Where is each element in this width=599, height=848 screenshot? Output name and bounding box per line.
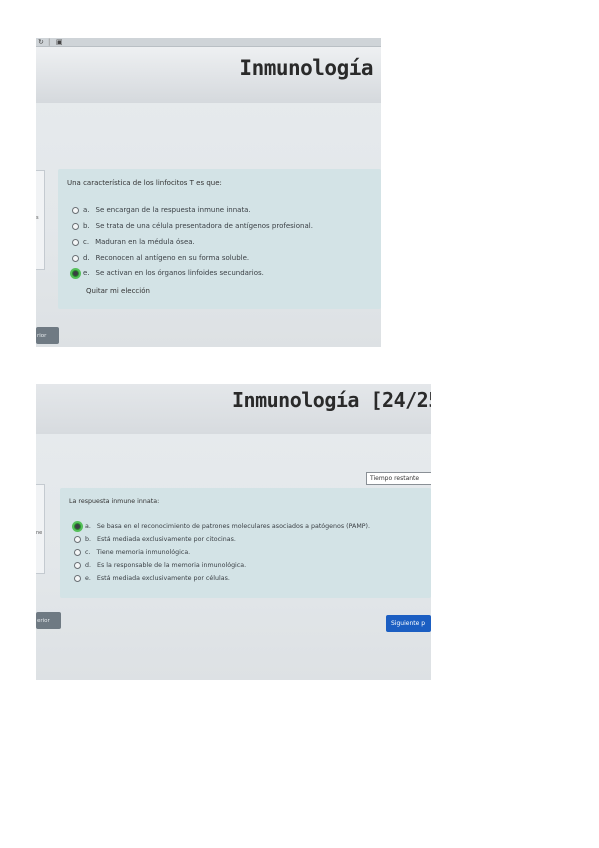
toolbar-divider: |	[48, 38, 51, 46]
answer-option-a[interactable]: a. Se encargan de la respuesta inmune in…	[72, 206, 251, 214]
side-tab-label: s	[36, 215, 39, 221]
answer-option-label: Está mediada exclusivamente por células.	[96, 575, 230, 582]
browser-toolbar: ↻ | ▣	[36, 38, 381, 47]
answer-option-e[interactable]: e. Está mediada exclusivamente por célul…	[74, 575, 230, 582]
answer-option-label: Tiene memoria inmunológica.	[96, 549, 191, 556]
next-page-button[interactable]: Siguiente p	[386, 615, 431, 632]
answer-option-e[interactable]: e. Se activan en los órganos linfoides s…	[72, 269, 264, 277]
side-navigation-tab[interactable]	[36, 484, 45, 574]
answer-option-label: Se encargan de la respuesta inmune innat…	[95, 206, 251, 214]
radio-selected-icon[interactable]	[74, 523, 81, 530]
answer-option-label: Maduran en la médula ósea.	[95, 238, 195, 246]
question-panel: Una característica de los linfocitos T e…	[58, 169, 381, 309]
radio-icon[interactable]	[74, 562, 81, 569]
radio-icon[interactable]	[72, 222, 79, 230]
radio-icon[interactable]	[74, 575, 81, 582]
answer-option-label: Se activan en los órganos linfoides secu…	[95, 269, 264, 277]
answer-option-d[interactable]: d. Reconocen al antígeno en su forma sol…	[72, 254, 249, 262]
answer-option-label: Reconocen al antígeno en su forma solubl…	[95, 254, 250, 262]
answer-option-label: Está mediada exclusivamente por citocina…	[97, 536, 236, 543]
clear-choice-link[interactable]: Quitar mi elección	[86, 287, 150, 295]
answer-option-label: Se trata de una célula presentadora de a…	[95, 222, 313, 230]
radio-icon[interactable]	[74, 549, 81, 556]
side-tab-label: ne	[36, 530, 43, 536]
answer-option-a[interactable]: a. Se basa en el reconocimiento de patro…	[74, 523, 370, 530]
question-panel: La respuesta inmune innata: a. Se basa e…	[60, 488, 431, 598]
radio-icon[interactable]	[72, 206, 79, 214]
quiz-photo-1: ↻ | ▣ Inmunología s Una característica d…	[36, 38, 381, 347]
answer-option-b[interactable]: b. Se trata de una célula presentadora d…	[72, 222, 313, 230]
page-title: Inmunología	[239, 56, 373, 80]
page-title: Inmunología [24/25]	[232, 388, 431, 412]
reload-icon[interactable]: ↻	[38, 38, 44, 46]
quiz-photo-2: Inmunología [24/25] Tiempo restante ne L…	[36, 384, 431, 680]
radio-icon[interactable]	[72, 254, 79, 262]
time-remaining-box: Tiempo restante	[366, 472, 431, 485]
answer-option-b[interactable]: b. Está mediada exclusivamente por citoc…	[74, 536, 236, 543]
previous-page-button[interactable]: erior	[36, 612, 61, 629]
previous-page-button[interactable]: rior	[36, 327, 59, 344]
radio-icon[interactable]	[74, 536, 81, 543]
answer-option-label: Se basa en el reconocimiento de patrones…	[96, 523, 371, 530]
question-text: La respuesta inmune innata:	[69, 498, 160, 505]
page-icon[interactable]: ▣	[56, 38, 63, 46]
answer-option-c[interactable]: c. Maduran en la médula ósea.	[72, 238, 195, 246]
answer-option-d[interactable]: d. Es la responsable de la memoria inmun…	[74, 562, 246, 569]
answer-option-label: Es la responsable de la memoria inmunoló…	[97, 562, 247, 569]
radio-selected-icon[interactable]	[72, 269, 79, 277]
question-text: Una característica de los linfocitos T e…	[67, 179, 222, 187]
answer-option-c[interactable]: c. Tiene memoria inmunológica.	[74, 549, 190, 556]
radio-icon[interactable]	[72, 238, 79, 246]
